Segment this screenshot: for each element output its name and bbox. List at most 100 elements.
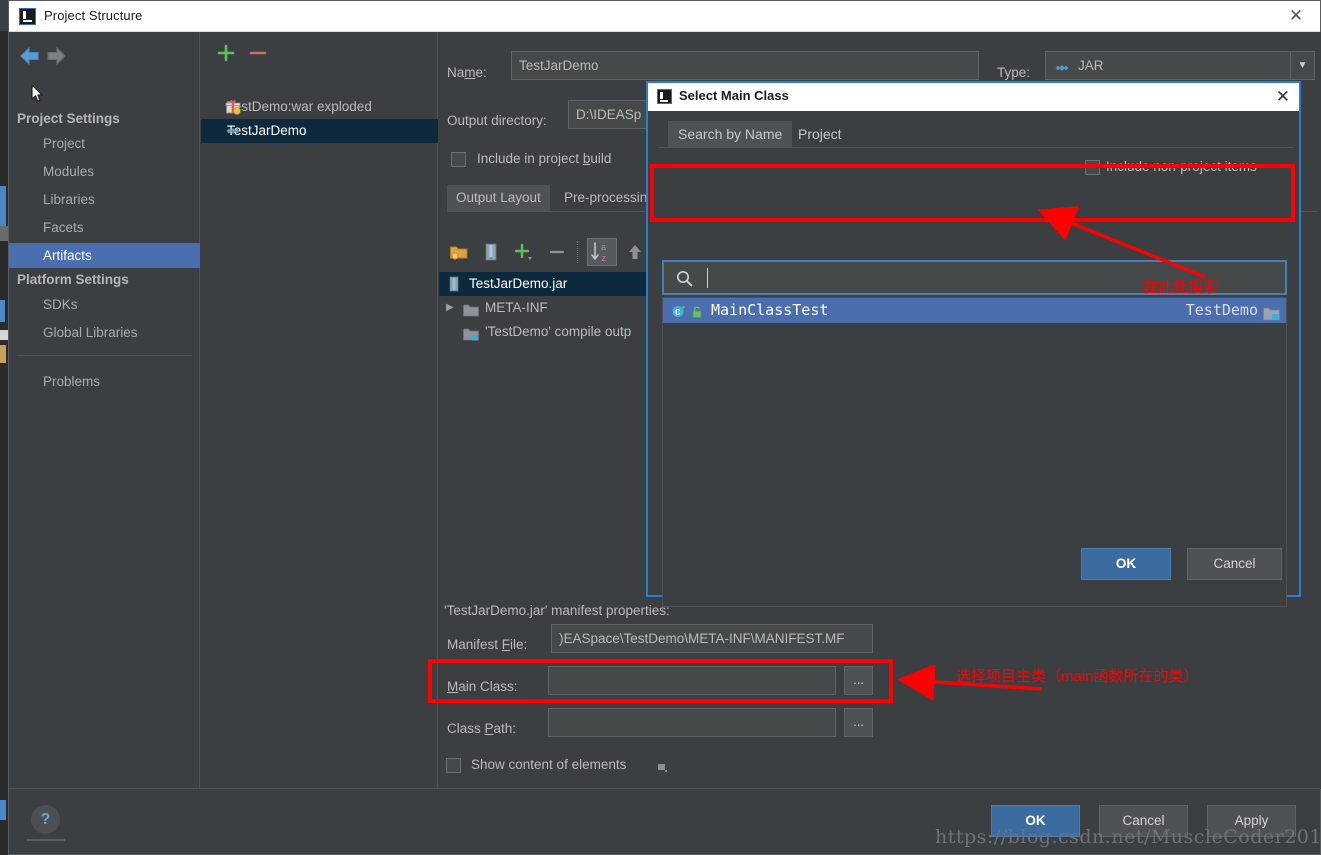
text-caret	[707, 268, 708, 288]
class-path-input[interactable]	[548, 708, 836, 737]
tab-search-by-name[interactable]: Search by Name	[668, 121, 793, 147]
intellij-logo-icon	[19, 8, 36, 25]
tab-output-layout[interactable]: Output Layout	[447, 185, 550, 211]
intellij-logo-icon	[657, 89, 672, 104]
select-main-class-ok-button[interactable]: OK	[1081, 548, 1171, 580]
main-class-label: Main Class:	[447, 679, 518, 694]
include-non-project-items-checkbox[interactable]	[1085, 160, 1100, 175]
window-title: Project Structure	[44, 8, 143, 23]
artifacts-list-panel: TestDemo:war exploded TestJarDemo	[201, 32, 438, 789]
svg-text:z: z	[601, 254, 606, 264]
settings-sidebar: Project Settings Project Modules Librari…	[9, 32, 200, 789]
background-accent-1	[0, 186, 6, 226]
select-main-class-close-button[interactable]: ✕	[1276, 86, 1290, 108]
tree-row-label: 'TestDemo' compile outp	[485, 324, 632, 339]
chevron-down-icon[interactable]: ▼	[1290, 52, 1314, 79]
add-artifact-button[interactable]	[215, 42, 237, 64]
sidebar-item-sdks[interactable]: SDKs	[9, 292, 200, 317]
add-copy-icon[interactable]	[513, 242, 535, 267]
artifact-label: TestDemo:war exploded	[227, 99, 372, 114]
main-class-input[interactable]	[548, 666, 836, 695]
sidebar-item-modules[interactable]: Modules	[9, 159, 200, 184]
type-label: Type:	[997, 65, 1031, 80]
help-button-label: ?	[40, 811, 51, 828]
output-directory-label: Output directory:	[447, 113, 547, 128]
select-main-class-titlebar: Select Main Class ✕	[648, 83, 1299, 111]
sidebar-item-libraries[interactable]: Libraries	[9, 187, 200, 212]
manifest-file-label: Manifest File:	[447, 637, 528, 652]
remove-icon[interactable]	[547, 242, 567, 267]
show-content-checkbox[interactable]	[446, 758, 461, 773]
tree-row-label: TestJarDemo.jar	[469, 276, 568, 291]
sidebar-group-platform-settings: Platform Settings	[17, 272, 129, 287]
main-class-browse-button[interactable]: ...	[844, 666, 873, 695]
sidebar-item-project[interactable]: Project	[9, 131, 200, 156]
search-icon	[676, 270, 693, 292]
artifact-type-value: JAR	[1078, 58, 1104, 73]
artifact-row-war-exploded[interactable]: TestDemo:war exploded	[201, 95, 438, 119]
class-result-name: MainClassTest	[711, 301, 829, 319]
tab-project[interactable]: Project	[788, 121, 852, 147]
remove-artifact-button[interactable]	[247, 42, 269, 64]
help-button[interactable]: ?	[31, 805, 60, 834]
jar-diamond-icon	[225, 123, 241, 139]
include-in-build-label: Include in project build	[477, 151, 612, 166]
name-label: Name:	[447, 65, 487, 80]
visibility-lock-icon	[691, 302, 704, 327]
sidebar-group-project-settings: Project Settings	[17, 111, 120, 126]
gift-war-icon	[225, 99, 241, 115]
background-window-left-strip	[0, 31, 8, 855]
forward-arrow-icon[interactable]	[43, 44, 69, 68]
window-close-button[interactable]: ✕	[1280, 4, 1312, 28]
sidebar-item-artifacts[interactable]: Artifacts	[9, 243, 200, 268]
include-in-build-checkbox[interactable]	[451, 152, 466, 167]
background-accent-6	[0, 800, 6, 820]
apply-button[interactable]: Apply	[1207, 805, 1296, 837]
svg-text:C: C	[675, 308, 681, 318]
class-result-module: TestDemo	[1185, 301, 1258, 319]
class-result-row[interactable]: C MainClassTest TestDemo	[663, 298, 1286, 323]
sidebar-item-facets[interactable]: Facets	[9, 215, 200, 240]
artifact-name-input[interactable]: TestJarDemo	[511, 51, 979, 80]
select-main-class-tabs-underline	[658, 147, 1293, 148]
help-button-focus-underline	[27, 839, 65, 841]
background-accent-4	[0, 330, 8, 340]
add-directory-icon[interactable]	[449, 242, 469, 267]
background-accent-3	[0, 300, 5, 322]
class-search-input[interactable]	[662, 260, 1287, 295]
expand-triangle-icon[interactable]: ▶	[446, 296, 454, 320]
dialog-footer: ? OK Cancel Apply	[9, 788, 1320, 854]
manifest-file-input[interactable]: )EASpace\TestDemo\META-INF\MANIFEST.MF	[551, 624, 873, 653]
artifact-type-select[interactable]: JAR ▼	[1045, 51, 1315, 80]
sort-az-icon[interactable]: a z	[587, 238, 617, 266]
module-output-icon	[1263, 304, 1280, 329]
sidebar-divider	[17, 355, 192, 356]
sidebar-item-problems[interactable]: Problems	[9, 369, 200, 394]
select-main-class-cancel-button[interactable]: Cancel	[1187, 548, 1282, 580]
move-up-icon[interactable]	[625, 242, 645, 267]
artifact-row-testjardemo[interactable]: TestJarDemo	[201, 119, 438, 143]
show-content-label: Show content of elements	[471, 757, 627, 772]
svg-text:a: a	[601, 243, 607, 253]
back-arrow-icon[interactable]	[17, 44, 43, 68]
ok-button[interactable]: OK	[991, 805, 1080, 837]
info-hint-icon	[658, 760, 668, 778]
mouse-cursor-icon	[31, 84, 43, 102]
select-main-class-title: Select Main Class	[679, 88, 789, 103]
add-archive-icon[interactable]	[481, 242, 501, 267]
window-titlebar: Project Structure ✕	[9, 1, 1320, 32]
tree-row-label: META-INF	[485, 300, 548, 315]
class-path-label: Class Path:	[447, 721, 517, 736]
background-accent-5	[0, 345, 6, 363]
sidebar-item-global-libraries[interactable]: Global Libraries	[9, 320, 200, 345]
cancel-button[interactable]: Cancel	[1099, 805, 1188, 837]
manifest-properties-header: 'TestJarDemo.jar' manifest properties:	[444, 603, 670, 618]
screenshot-root: Project Structure ✕ Project Settings Pro…	[0, 0, 1321, 855]
toolbar-separator	[577, 241, 579, 263]
include-non-project-items-label: Include non-project items	[1106, 159, 1257, 174]
select-main-class-dialog: Select Main Class ✕ Search by Name Proje…	[646, 81, 1301, 607]
background-accent-2	[0, 226, 8, 241]
class-icon: C	[671, 302, 687, 327]
module-output-icon	[463, 325, 479, 349]
class-path-browse-button[interactable]: ...	[844, 708, 873, 737]
